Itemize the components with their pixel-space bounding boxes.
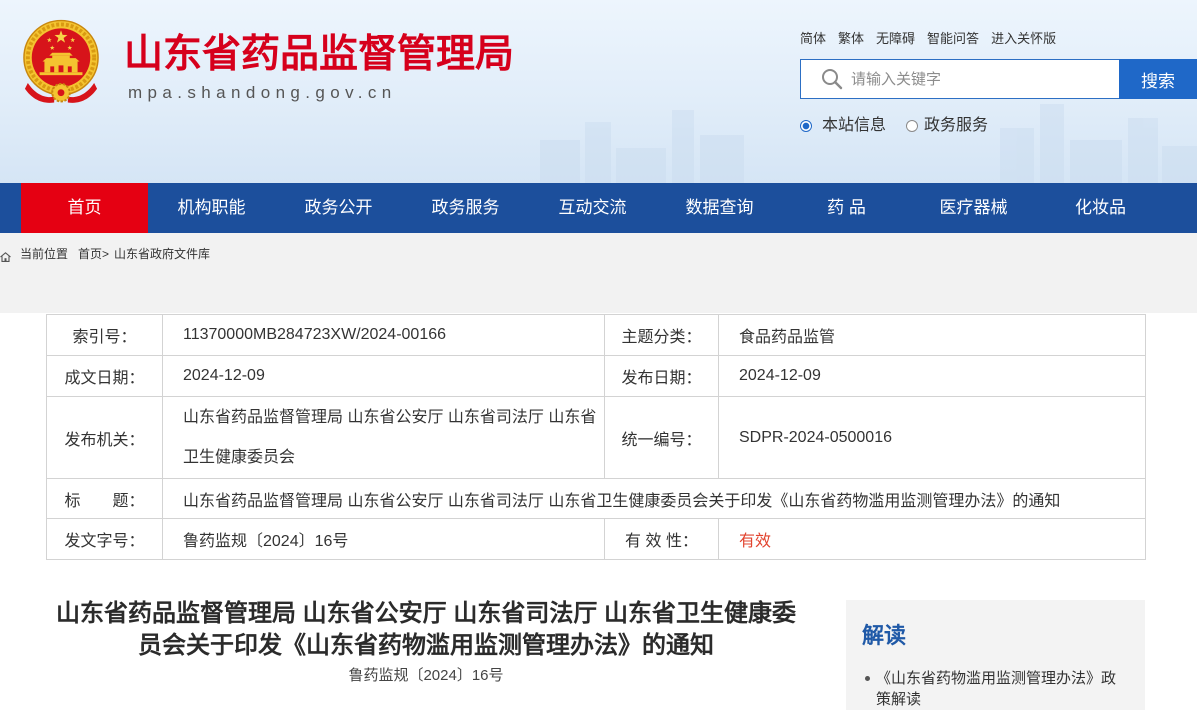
meta-value-title: 山东省药品监督管理局 山东省公安厅 山东省司法厅 山东省卫生健康委员会关于印发《…: [162, 478, 1146, 519]
search-scope-services-radio[interactable]: [906, 120, 918, 132]
meta-label-title: 标 题：: [46, 478, 163, 519]
nav-item-organization[interactable]: 机构职能: [148, 183, 275, 233]
meta-label-unified-number: 统一编号：: [604, 396, 719, 479]
nav-item-medical-devices[interactable]: 医疗器械: [910, 183, 1037, 233]
table-row: 发文字号： 鲁药监规〔2024〕16号 有 效 性： 有效: [46, 518, 1146, 560]
nav-item-interaction[interactable]: 互动交流: [529, 183, 656, 233]
meta-label-topic: 主题分类：: [604, 314, 719, 356]
meta-label-issuing-agency: 发布机关：: [46, 396, 163, 479]
top-link-smart-qa[interactable]: 智能问答: [927, 30, 979, 48]
meta-label-written-date: 成文日期：: [46, 355, 163, 397]
breadcrumb-link-file-library[interactable]: 山东省政府文件库: [114, 247, 210, 261]
table-row: 发布机关： 山东省药品监督管理局 山东省公安厅 山东省司法厅 山东省卫生健康委员…: [46, 396, 1146, 479]
nav-item-gov-services[interactable]: 政务服务: [402, 183, 529, 233]
meta-label-index-no: 索引号：: [46, 314, 163, 356]
search-scope-site-radio[interactable]: [800, 120, 812, 132]
table-row: 标 题： 山东省药品监督管理局 山东省公安厅 山东省司法厅 山东省卫生健康委员会…: [46, 478, 1146, 519]
nav-item-cosmetics[interactable]: 化妆品: [1037, 183, 1164, 233]
nav-item-home[interactable]: 首页: [21, 183, 148, 233]
breadcrumb-band: 当前位置 首页> 山东省政府文件库: [0, 233, 1197, 313]
meta-label-publish-date: 发布日期：: [604, 355, 719, 397]
article-header: 山东省药品监督管理局 山东省公安厅 山东省司法厅 山东省卫生健康委员会关于印发《…: [46, 598, 806, 686]
national-emblem-icon[interactable]: [22, 18, 100, 105]
meta-value-written-date: 2024-12-09: [162, 355, 605, 397]
interpretation-list: 《山东省药物滥用监测管理办法》政策解读: [846, 668, 1145, 710]
nav-item-data-query[interactable]: 数据查询: [656, 183, 783, 233]
meta-value-unified-number: SDPR-2024-0500016: [718, 396, 1146, 479]
meta-label-validity: 有 效 性：: [604, 518, 719, 560]
sidebar-heading: 解读: [862, 623, 907, 648]
breadcrumb-separator: >: [102, 247, 110, 261]
meta-value-validity: 有效: [718, 518, 1146, 560]
meta-value-publish-date: 2024-12-09: [718, 355, 1146, 397]
search-icon: [821, 68, 843, 90]
main-nav: 首页 机构职能 政务公开 政务服务 互动交流 数据查询 药 品 医疗器械 化妆品: [0, 183, 1197, 233]
breadcrumb-prefix: 当前位置: [20, 247, 69, 261]
top-link-traditional[interactable]: 繁体: [838, 30, 864, 48]
search-button[interactable]: 搜索: [1119, 59, 1197, 99]
home-icon: [0, 249, 11, 262]
breadcrumb-trail: 首页> 山东省政府文件库: [78, 245, 210, 263]
meta-value-issuing-agency: 山东省药品监督管理局 山东省公安厅 山东省司法厅 山东省卫生健康委员会: [162, 396, 605, 479]
table-row: 成文日期： 2024-12-09 发布日期： 2024-12-09: [46, 355, 1146, 397]
interpretation-sidebar: 解读 《山东省药物滥用监测管理办法》政策解读: [846, 600, 1145, 710]
site-domain: mpa.shandong.gov.cn: [128, 83, 397, 102]
top-link-accessibility[interactable]: 无障碍: [876, 30, 915, 48]
top-link-simplified[interactable]: 简体: [800, 30, 826, 48]
search-scope-services-label: 政务服务: [924, 117, 989, 134]
article-doc-number: 鲁药监规〔2024〕16号: [348, 667, 504, 684]
nav-item-gov-affairs-open[interactable]: 政务公开: [275, 183, 402, 233]
meta-value-doc-number: 鲁药监规〔2024〕16号: [162, 518, 605, 560]
table-row: 索引号： 11370000MB284723XW/2024-00166 主题分类：…: [46, 314, 1146, 356]
document-meta-table: 索引号： 11370000MB284723XW/2024-00166 主题分类：…: [46, 314, 1146, 560]
list-bullet-icon: [865, 676, 870, 681]
meta-label-doc-number: 发文字号：: [46, 518, 163, 560]
breadcrumb-link-home[interactable]: 首页: [78, 247, 102, 261]
meta-value-topic: 食品药品监管: [718, 314, 1146, 356]
interpretation-link[interactable]: 《山东省药物滥用监测管理办法》政策解读: [876, 670, 1116, 708]
site-header: 山东省药品监督管理局 mpa.shandong.gov.cn 简体 繁体 无障碍…: [0, 0, 1197, 183]
site-title[interactable]: 山东省药品监督管理局: [124, 32, 514, 78]
list-item[interactable]: 《山东省药物滥用监测管理办法》政策解读: [846, 668, 1145, 710]
main-nav-items: 首页 机构职能 政务公开 政务服务 互动交流 数据查询 药 品 医疗器械 化妆品: [21, 183, 1164, 233]
nav-item-drugs[interactable]: 药 品: [783, 183, 910, 233]
search-scope-site-label: 本站信息: [822, 117, 887, 134]
top-links: 简体 繁体 无障碍 智能问答 进入关怀版: [800, 30, 1068, 48]
top-link-care-mode[interactable]: 进入关怀版: [991, 30, 1056, 48]
article-title: 山东省药品监督管理局 山东省公安厅 山东省司法厅 山东省卫生健康委员会关于印发《…: [55, 600, 796, 659]
search-input[interactable]: [851, 60, 1111, 98]
meta-value-index-no: 11370000MB284723XW/2024-00166: [162, 314, 605, 356]
search-box: [800, 59, 1119, 99]
